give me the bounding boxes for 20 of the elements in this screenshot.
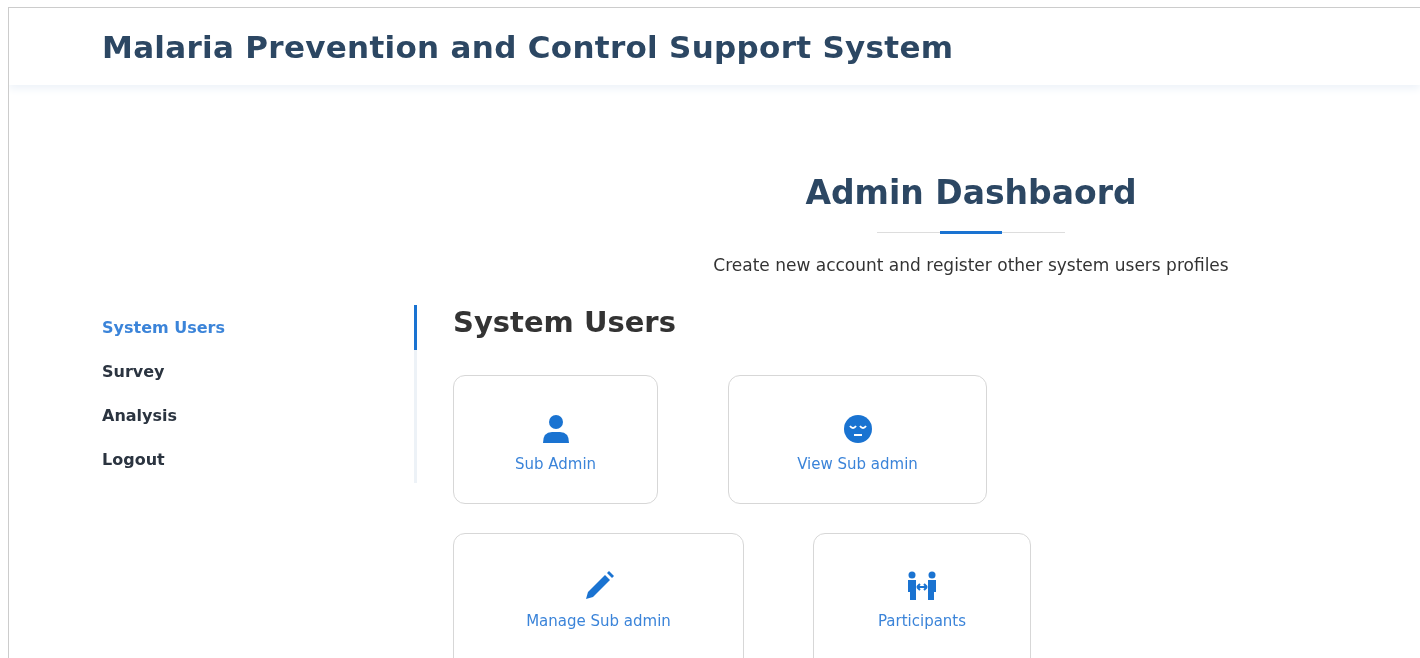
section-title: System Users bbox=[453, 305, 677, 339]
card-label: View Sub admin bbox=[797, 454, 918, 473]
divider-accent bbox=[940, 231, 1002, 234]
sidebar-item[interactable]: Logout bbox=[102, 449, 414, 493]
sidebar-item[interactable]: Survey bbox=[102, 361, 414, 405]
face-icon bbox=[841, 412, 874, 445]
people-arrow-icon bbox=[906, 570, 938, 602]
sidebar-item[interactable]: Analysis bbox=[102, 405, 414, 449]
card-label: Participants bbox=[877, 612, 967, 630]
card-label: Manage Sub admin bbox=[526, 612, 671, 630]
card-label: Sub Admin bbox=[514, 454, 597, 473]
active-indicator bbox=[414, 305, 417, 350]
menu-card[interactable]: Participants bbox=[813, 533, 1031, 658]
app-title: Malaria Prevention and Control Support System bbox=[102, 28, 954, 65]
menu-card[interactable]: Sub Admin bbox=[453, 375, 658, 504]
page-subtitle: Create new account and register other system users profiles bbox=[713, 255, 1229, 275]
page-heading: Admin Dashbaord bbox=[805, 173, 1137, 212]
menu-card[interactable]: View Sub admin bbox=[728, 375, 987, 504]
menu-card[interactable]: Manage Sub admin bbox=[453, 533, 744, 658]
sidebar-item[interactable]: System Users bbox=[102, 317, 414, 361]
